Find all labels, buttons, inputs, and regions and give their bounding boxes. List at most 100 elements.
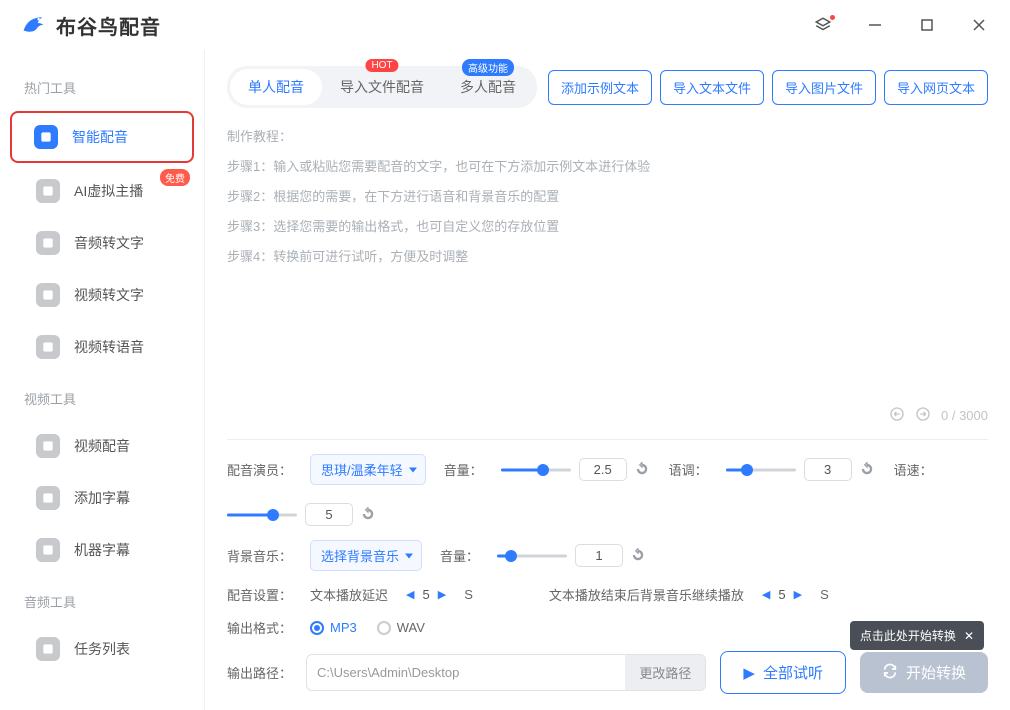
delay-spinner[interactable]: ◀ 5 ▶ — [406, 587, 446, 602]
bgm-volume-label: 音量： — [440, 546, 479, 565]
format-label: 输出格式： — [227, 618, 292, 637]
settings-row: 配音设置： 文本播放延迟 ◀ 5 ▶ S 文本播放结束后背景音乐继续播放 ◀ 5… — [227, 585, 988, 604]
volume-label: 音量： — [444, 460, 483, 479]
layers-icon[interactable] — [806, 10, 840, 40]
maximize-button[interactable] — [910, 10, 944, 40]
sidebar-item[interactable]: 任务列表 — [12, 625, 192, 673]
pitch-slider[interactable]: 3 — [726, 458, 876, 481]
tooltip-close-icon[interactable]: ✕ — [964, 629, 974, 643]
delay-unit: S — [464, 587, 473, 602]
bgm-label: 背景音乐： — [227, 546, 292, 565]
reset-icon[interactable] — [361, 507, 377, 523]
sidebar-item-icon — [36, 231, 60, 255]
pitch-label: 语调： — [669, 460, 708, 479]
sidebar-item[interactable]: 机器字幕 — [12, 526, 192, 574]
reset-icon[interactable] — [860, 462, 876, 478]
continue-spinner[interactable]: ◀ 5 ▶ — [762, 587, 802, 602]
sidebar-item-icon — [36, 637, 60, 661]
minimize-button[interactable] — [858, 10, 892, 40]
sidebar-item-label: 智能配音 — [72, 127, 128, 147]
play-icon: ▶ — [743, 664, 755, 682]
sidebar-item[interactable]: 视频转文字 — [12, 271, 192, 319]
titlebar: 布谷鸟配音 — [0, 0, 1010, 50]
mode-tab[interactable]: 导入文件配音HOT — [322, 69, 442, 105]
import-button[interactable]: 添加示例文本 — [548, 70, 652, 105]
slider-track[interactable] — [726, 460, 796, 480]
preview-button[interactable]: ▶ 全部试听 — [720, 651, 846, 694]
mode-tabs: 单人配音导入文件配音HOT多人配音高级功能 — [227, 66, 537, 108]
tab-badge: HOT — [365, 59, 398, 72]
convert-button[interactable]: 开始转换 — [860, 652, 988, 693]
sidebar-item[interactable]: 添加字幕 — [12, 474, 192, 522]
sidebar-item-icon — [36, 486, 60, 510]
sidebar-item-label: 视频配音 — [74, 436, 130, 456]
top-row: 单人配音导入文件配音HOT多人配音高级功能 添加示例文本导入文本文件导入图片文件… — [227, 66, 988, 108]
sidebar-item-label: 机器字幕 — [74, 540, 130, 560]
path-input[interactable] — [307, 657, 625, 688]
mode-tab[interactable]: 单人配音 — [230, 69, 322, 105]
sidebar-item-label: AI虚拟主播 — [74, 181, 143, 201]
voice-label: 配音演员： — [227, 460, 292, 479]
voice-row: 配音演员： 思琪/温柔年轻 音量： 2.5 语调： 3 语速： 5 — [227, 454, 988, 526]
free-badge: 免费 — [160, 169, 190, 186]
sidebar-item-icon — [36, 283, 60, 307]
mode-tab[interactable]: 多人配音高级功能 — [442, 69, 534, 105]
settings-label: 配音设置： — [227, 585, 292, 604]
sidebar-section-title: 视频工具 — [0, 375, 204, 418]
format-radio-group: MP3 WAV — [310, 620, 425, 635]
voice-dropdown[interactable]: 思琪/温柔年轻 — [310, 454, 426, 485]
sidebar-item-label: 音频转文字 — [74, 233, 144, 253]
slider-value[interactable]: 2.5 — [579, 458, 627, 481]
text-editor[interactable]: 制作教程：步骤1：输入或粘贴您需要配音的文字，也可在下方添加示例文本进行体验步骤… — [227, 122, 988, 392]
decrease-icon[interactable]: ◀ — [762, 588, 770, 601]
speed-slider[interactable]: 5 — [227, 503, 377, 526]
divider — [227, 439, 988, 440]
sidebar-item[interactable]: 音频转文字 — [12, 219, 192, 267]
close-button[interactable] — [962, 10, 996, 40]
speed-label: 语速： — [894, 460, 933, 479]
slider-track[interactable] — [501, 460, 571, 480]
sidebar-item-icon — [34, 125, 58, 149]
slider-value[interactable]: 1 — [575, 544, 623, 567]
increase-icon[interactable]: ▶ — [438, 588, 446, 601]
format-radio[interactable]: WAV — [377, 620, 425, 635]
titlebar-controls — [806, 10, 996, 40]
slider-track[interactable] — [497, 546, 567, 566]
sidebar: 热门工具智能配音 AI虚拟主播免费音频转文字视频转文字视频转语音视频工具视频配音添… — [0, 50, 205, 710]
import-buttons: 添加示例文本导入文本文件导入图片文件导入网页文本 — [548, 70, 988, 105]
tab-badge: 高级功能 — [462, 59, 514, 76]
sidebar-item[interactable]: 视频转语音 — [12, 323, 192, 371]
format-radio[interactable]: MP3 — [310, 620, 357, 635]
convert-icon — [882, 663, 898, 683]
slider-value[interactable]: 3 — [804, 458, 852, 481]
bgm-row: 背景音乐： 选择背景音乐 音量： 1 — [227, 540, 988, 571]
decrease-icon[interactable]: ◀ — [406, 588, 414, 601]
convert-tooltip: 点击此处开始转换 ✕ — [850, 621, 984, 650]
volume-slider[interactable]: 2.5 — [501, 458, 651, 481]
char-counter: 0 / 3000 — [941, 408, 988, 423]
output-path: 更改路径 — [306, 654, 706, 691]
sidebar-section-title: 热门工具 — [0, 64, 204, 107]
sidebar-item[interactable]: AI虚拟主播免费 — [12, 167, 192, 215]
sidebar-item-icon — [36, 179, 60, 203]
sidebar-item-label: 任务列表 — [74, 639, 130, 659]
undo-icon[interactable] — [889, 406, 905, 425]
radio-icon — [310, 621, 324, 635]
redo-icon[interactable] — [915, 406, 931, 425]
change-path-button[interactable]: 更改路径 — [625, 655, 705, 690]
import-button[interactable]: 导入网页文本 — [884, 70, 988, 105]
sidebar-item[interactable]: 视频配音 — [12, 422, 192, 470]
import-button[interactable]: 导入图片文件 — [772, 70, 876, 105]
path-label: 输出路径： — [227, 663, 292, 682]
reset-icon[interactable] — [635, 462, 651, 478]
sidebar-item[interactable]: 智能配音 — [10, 111, 194, 163]
increase-icon[interactable]: ▶ — [794, 588, 802, 601]
app-title: 布谷鸟配音 — [56, 11, 161, 40]
import-button[interactable]: 导入文本文件 — [660, 70, 764, 105]
logo: 布谷鸟配音 — [18, 8, 161, 43]
reset-icon[interactable] — [631, 548, 647, 564]
slider-value[interactable]: 5 — [305, 503, 353, 526]
slider-track[interactable] — [227, 505, 297, 525]
bgm-volume-slider[interactable]: 1 — [497, 544, 647, 567]
bgm-dropdown[interactable]: 选择背景音乐 — [310, 540, 422, 571]
